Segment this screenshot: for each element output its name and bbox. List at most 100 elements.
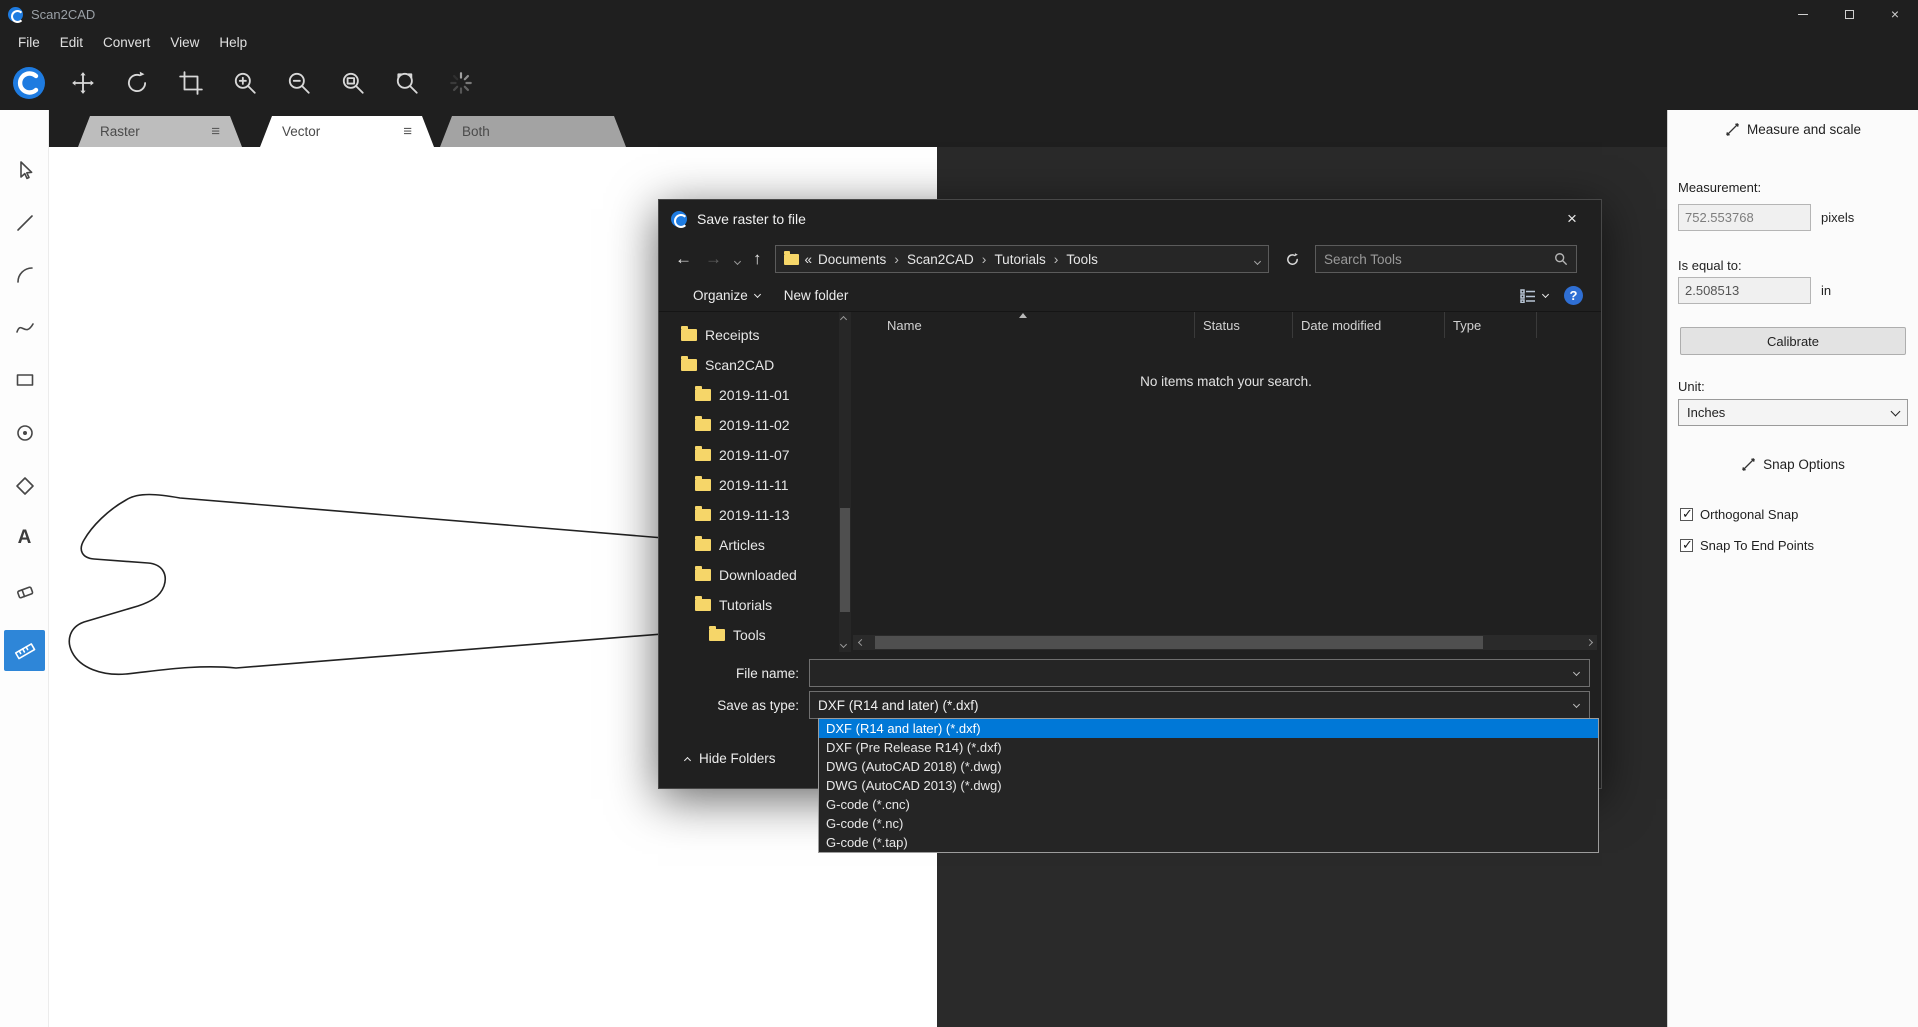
change-view-button[interactable] <box>1512 285 1556 307</box>
help-button[interactable]: ? <box>1564 286 1583 305</box>
column-headers: Name Status Date modified Type <box>851 312 1601 338</box>
zoom-out-icon[interactable] <box>280 64 318 102</box>
recent-locations-icon[interactable] <box>734 258 741 265</box>
folder-icon <box>695 479 711 491</box>
tree-item-receipts[interactable]: Receipts <box>659 320 839 350</box>
line-tool[interactable] <box>4 202 45 243</box>
crop-tool-icon[interactable] <box>172 64 210 102</box>
breadcrumb-tools[interactable]: Tools <box>1066 252 1098 267</box>
measure-tool[interactable] <box>4 630 45 671</box>
column-type[interactable]: Type <box>1445 312 1537 338</box>
spline-tool[interactable] <box>4 307 45 348</box>
tree-item-downloaded[interactable]: Downloaded <box>659 560 839 590</box>
zoom-in-icon[interactable] <box>226 64 264 102</box>
measure-scale-header: Measure and scale <box>1668 122 1918 137</box>
calibrate-button[interactable]: Calibrate <box>1680 327 1906 355</box>
folder-tree: Receipts Scan2CAD 2019-11-01 2019-11-02 … <box>659 312 839 652</box>
dialog-command-bar: Organize New folder ? <box>659 280 1601 312</box>
new-folder-button[interactable]: New folder <box>776 284 857 307</box>
rectangle-tool[interactable] <box>4 359 45 400</box>
organize-button[interactable]: Organize <box>685 284 768 307</box>
minimize-button[interactable] <box>1780 0 1826 28</box>
tab-vector[interactable]: Vector ≡ <box>260 116 434 147</box>
scroll-right-icon[interactable] <box>1585 639 1592 646</box>
file-name-row: File name: <box>659 659 1601 687</box>
tree-item-2019-11-13[interactable]: 2019-11-13 <box>659 500 839 530</box>
type-option-dxf-r14[interactable]: DXF (R14 and later) (*.dxf) <box>819 719 1598 738</box>
type-option-dwg-2018[interactable]: DWG (AutoCAD 2018) (*.dwg) <box>819 757 1598 776</box>
tab-menu-icon[interactable]: ≡ <box>403 123 412 140</box>
polygon-tool[interactable] <box>4 465 45 506</box>
move-tool-icon[interactable] <box>64 64 102 102</box>
refresh-button[interactable] <box>1282 252 1302 267</box>
forward-button[interactable]: → <box>705 249 722 269</box>
arc-tool[interactable] <box>4 254 45 295</box>
column-name[interactable]: Name <box>851 312 1195 338</box>
column-date-modified[interactable]: Date modified <box>1293 312 1445 338</box>
checkbox-snap-endpoints[interactable]: Snap To End Points <box>1680 538 1814 553</box>
measurement-input[interactable] <box>1678 204 1811 231</box>
search-input[interactable] <box>1324 252 1554 267</box>
zoom-window-icon[interactable] <box>334 64 372 102</box>
type-option-dxf-pre-r14[interactable]: DXF (Pre Release R14) (*.dxf) <box>819 738 1598 757</box>
file-name-combo[interactable] <box>809 659 1590 687</box>
tab-both[interactable]: Both <box>440 116 626 147</box>
up-button[interactable]: ↑ <box>753 249 762 269</box>
scroll-down-icon[interactable] <box>840 641 847 648</box>
type-option-gcode-cnc[interactable]: G-code (*.cnc) <box>819 795 1598 814</box>
chevron-down-icon[interactable] <box>1573 701 1580 708</box>
chevron-down-icon[interactable] <box>1573 669 1580 676</box>
unit-select[interactable]: Inches <box>1678 399 1908 426</box>
breadcrumb-tutorials[interactable]: Tutorials <box>994 252 1045 267</box>
breadcrumb-separator-icon: › <box>1052 251 1061 267</box>
close-button[interactable]: × <box>1872 0 1918 28</box>
breadcrumb-scan2cad[interactable]: Scan2CAD <box>907 252 974 267</box>
address-bar[interactable]: « Documents › Scan2CAD › Tutorials › Too… <box>775 245 1270 273</box>
menu-convert[interactable]: Convert <box>93 31 160 54</box>
menu-file[interactable]: File <box>8 31 50 54</box>
tab-menu-icon[interactable]: ≡ <box>211 123 220 140</box>
tree-item-2019-11-01[interactable]: 2019-11-01 <box>659 380 839 410</box>
tree-scrollbar[interactable] <box>839 312 851 652</box>
maximize-button[interactable] <box>1826 0 1872 28</box>
type-option-dwg-2013[interactable]: DWG (AutoCAD 2013) (*.dwg) <box>819 776 1598 795</box>
equal-input[interactable] <box>1678 277 1811 304</box>
save-as-type-combo[interactable]: DXF (R14 and later) (*.dxf) <box>809 691 1590 719</box>
tree-item-scan2cad[interactable]: Scan2CAD <box>659 350 839 380</box>
tree-item-2019-11-11[interactable]: 2019-11-11 <box>659 470 839 500</box>
tree-item-articles[interactable]: Articles <box>659 530 839 560</box>
horizontal-scrollbar[interactable] <box>853 635 1597 650</box>
hide-folders-button[interactable]: Hide Folders <box>675 746 786 771</box>
select-tool[interactable] <box>4 149 45 190</box>
scrollbar-thumb[interactable] <box>875 636 1483 649</box>
eraser-tool[interactable] <box>4 570 45 611</box>
folder-icon <box>681 329 697 341</box>
back-button[interactable]: ← <box>675 249 692 269</box>
tab-vector-label: Vector <box>282 124 320 139</box>
text-tool[interactable]: A <box>4 517 45 558</box>
scroll-left-icon[interactable] <box>857 639 864 646</box>
breadcrumb-documents[interactable]: Documents <box>818 252 886 267</box>
circle-tool[interactable] <box>4 412 45 453</box>
scrollbar-thumb[interactable] <box>840 508 850 612</box>
tree-item-tools[interactable]: Tools <box>659 620 839 650</box>
column-status[interactable]: Status <box>1195 312 1293 338</box>
tab-raster[interactable]: Raster ≡ <box>78 116 242 147</box>
folder-icon <box>695 599 711 611</box>
type-option-gcode-tap[interactable]: G-code (*.tap) <box>819 833 1598 852</box>
search-box[interactable] <box>1315 245 1577 273</box>
file-name-input[interactable] <box>818 666 1563 681</box>
type-option-gcode-nc[interactable]: G-code (*.nc) <box>819 814 1598 833</box>
menu-view[interactable]: View <box>160 31 209 54</box>
zoom-extents-icon[interactable] <box>388 64 426 102</box>
tree-item-tutorials[interactable]: Tutorials <box>659 590 839 620</box>
checkbox-orthogonal-snap[interactable]: Orthogonal Snap <box>1680 507 1798 522</box>
scroll-up-icon[interactable] <box>840 316 847 323</box>
tree-item-2019-11-07[interactable]: 2019-11-07 <box>659 440 839 470</box>
address-dropdown-icon[interactable] <box>1254 257 1261 264</box>
rotate-tool-icon[interactable] <box>118 64 156 102</box>
menu-edit[interactable]: Edit <box>50 31 93 54</box>
menu-help[interactable]: Help <box>209 31 257 54</box>
dialog-close-button[interactable]: × <box>1555 204 1589 234</box>
tree-item-2019-11-02[interactable]: 2019-11-02 <box>659 410 839 440</box>
